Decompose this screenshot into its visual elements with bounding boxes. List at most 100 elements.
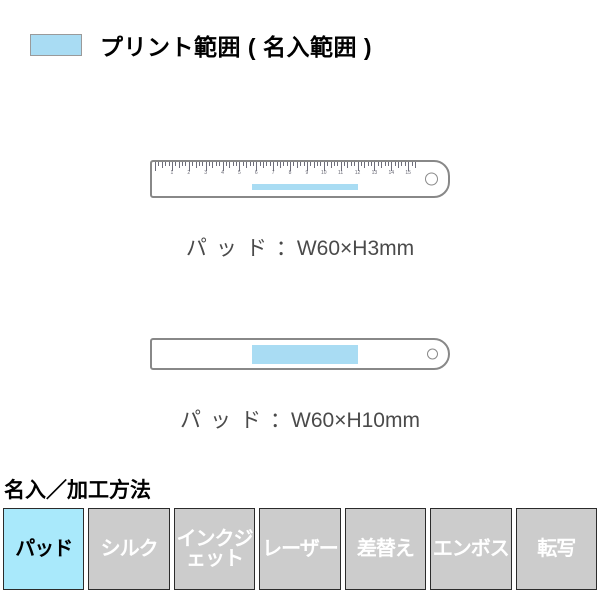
diagram-caption-front: パッド：W60×H3mm	[0, 232, 600, 262]
ruler-scale-ticks: 1 2 3 4 5 6 7 8 9 10 11 12 13 14 15	[152, 162, 418, 184]
print-area-bar-back	[252, 345, 358, 364]
ruler-tick	[236, 162, 237, 166]
diagram-caption-back: パッド：W60×H10mm	[0, 404, 600, 434]
ruler-tick	[232, 162, 234, 166]
ruler-tick	[219, 162, 221, 166]
ruler-tick	[337, 162, 339, 166]
ruler-tick	[195, 162, 197, 168]
ruler-tick	[354, 162, 356, 166]
ruler-tick	[215, 162, 217, 166]
method-tile-3[interactable]: インクジェット	[173, 508, 256, 590]
ruler-tick	[300, 162, 302, 166]
ruler-tick	[168, 162, 170, 166]
ruler-body-front: 1 2 3 4 5 6 7 8 9 10 11 12 13 14 15	[150, 160, 450, 198]
caption-method-name: パッド	[180, 409, 271, 432]
method-tile-2[interactable]: シルク	[88, 508, 170, 590]
ruler-tick	[198, 162, 200, 166]
diagram-ruler-back: パッド：W60×H10mm	[0, 338, 600, 434]
caption-dimensions: ：W60×H3mm	[275, 237, 415, 260]
ruler-tick	[178, 162, 180, 168]
method-tile-4[interactable]: レーザー	[259, 508, 341, 590]
print-area-swatch	[30, 34, 82, 56]
ruler-tick	[259, 162, 261, 166]
ruler-tick	[263, 162, 264, 168]
print-area-legend-label: プリント範囲 ( 名入範囲 )	[100, 34, 372, 60]
ruler-tick	[310, 162, 312, 166]
method-tile-7[interactable]: 転写	[515, 508, 597, 590]
ruler-tick	[313, 162, 315, 168]
ruler-tick-number: 14	[388, 170, 395, 176]
ruler-tick	[283, 162, 285, 166]
ruler-tick	[242, 162, 244, 166]
ruler-tick	[394, 162, 396, 166]
hanging-hole-icon	[425, 172, 438, 186]
ruler-tick	[364, 162, 366, 168]
ruler-tick	[367, 162, 369, 166]
caption-dimensions: ：W60×H10mm	[270, 409, 420, 432]
ruler-tick-number: 6	[254, 170, 258, 176]
ruler-tick	[317, 162, 318, 166]
ruler-tick	[266, 162, 268, 166]
caption-method-name: パッド	[185, 237, 276, 260]
ruler-tick	[350, 162, 352, 166]
ruler-tick	[398, 162, 399, 168]
ruler-tick	[209, 162, 210, 166]
ruler-tick-number: 1	[170, 170, 174, 176]
ruler-tick-number: 10	[320, 170, 327, 176]
ruler-tick	[347, 162, 349, 168]
ruler-tick	[161, 162, 163, 168]
ruler-tick	[165, 162, 167, 166]
ruler-tick	[192, 162, 194, 166]
ruler-tick-number: 11	[338, 170, 344, 176]
ruler-tick-number: 7	[271, 170, 275, 176]
ruler-tick	[360, 162, 362, 166]
ruler-tick	[182, 162, 183, 166]
ruler-tick	[371, 162, 372, 166]
ruler-tick	[333, 162, 335, 166]
method-tile-5[interactable]: 差替え	[344, 508, 427, 590]
ruler-tick	[384, 162, 386, 166]
ruler-body-back	[150, 338, 450, 370]
diagram-ruler-front: 1 2 3 4 5 6 7 8 9 10 11 12 13 14 15 パッド：W60×H3mm	[0, 160, 600, 262]
ruler-tick	[327, 162, 329, 166]
ruler-tick	[411, 162, 413, 166]
ruler-tick	[387, 162, 389, 166]
ruler-tick-number: 13	[371, 170, 378, 176]
ruler-tick-number: 15	[405, 170, 411, 176]
ruler-tick	[414, 162, 416, 168]
ruler-tick	[303, 162, 305, 166]
methods-heading: 名入／加工方法	[4, 479, 151, 502]
ruler-tick	[377, 162, 379, 166]
ruler-tick	[249, 162, 251, 166]
ruler-tick-number: 9	[305, 170, 309, 176]
ruler-tick	[158, 162, 160, 166]
ruler-tick	[296, 162, 298, 168]
ruler-tick-number: 2	[187, 170, 191, 176]
method-tile-1[interactable]: パッド	[3, 508, 85, 590]
ruler-tick	[202, 162, 204, 166]
ruler-tick	[269, 162, 271, 166]
print-area-bar-front	[252, 184, 358, 190]
ruler-tick	[175, 162, 177, 166]
ruler-tick-number: 4	[221, 170, 224, 176]
ruler-tick-number: 5	[237, 170, 241, 176]
method-tile-row: パッド シルク インクジェット レーザー 差替え エンボス 転写	[0, 508, 600, 590]
ruler-tick	[225, 162, 227, 166]
ruler-tick-number: 3	[204, 170, 208, 176]
ruler-tick	[404, 162, 406, 166]
print-area-legend: プリント範囲 ( 名入範囲 )	[30, 28, 372, 62]
ruler-tick	[252, 162, 254, 166]
ruler-tick	[185, 162, 187, 166]
ruler-tick	[155, 162, 156, 171]
ruler-tick	[279, 162, 281, 168]
ruler-tick	[320, 162, 322, 166]
ruler-tick	[381, 162, 383, 168]
ruler-tick	[212, 162, 214, 168]
ruler-tick	[344, 162, 345, 166]
ruler-tick-number: 12	[354, 170, 361, 176]
ruler-tick	[401, 162, 403, 166]
ruler-tick	[293, 162, 295, 166]
ruler-tick	[276, 162, 278, 166]
ruler-tick	[330, 162, 332, 168]
method-tile-6[interactable]: エンボス	[430, 508, 512, 590]
